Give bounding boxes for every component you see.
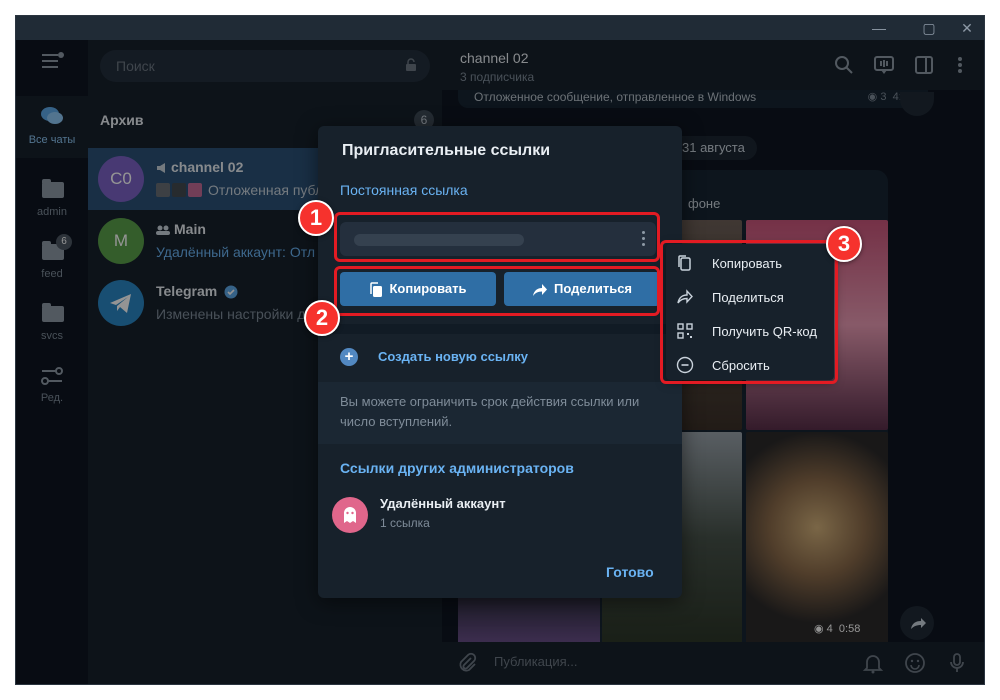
highlight-link-field bbox=[334, 212, 660, 262]
minimize-icon[interactable]: — bbox=[862, 16, 896, 40]
dialog-title: Пригласительные ссылки bbox=[342, 142, 551, 159]
callout-1: 1 bbox=[298, 200, 334, 236]
highlight-buttons bbox=[334, 266, 660, 316]
callout-2: 2 bbox=[304, 300, 340, 336]
create-link-button[interactable]: + Создать новую ссылку bbox=[340, 344, 660, 372]
other-admins-title: Ссылки других администраторов bbox=[340, 460, 574, 476]
plus-icon: + bbox=[340, 348, 358, 366]
highlight-context-menu bbox=[660, 240, 838, 384]
admin-link-count: 1 ссылка bbox=[380, 516, 430, 530]
permanent-link-label: Постоянная ссылка bbox=[340, 182, 468, 198]
hint-text: Вы можете ограничить срок действия ссылк… bbox=[340, 394, 640, 429]
maximize-icon[interactable]: ▢ bbox=[912, 16, 946, 40]
title-bar: — ▢ ✕ bbox=[16, 16, 984, 40]
ghost-avatar-icon bbox=[332, 497, 368, 533]
create-link-label: Создать новую ссылку bbox=[378, 349, 529, 364]
admin-row[interactable]: Удалённый аккаунт 1 ссылка bbox=[332, 494, 662, 534]
admin-name: Удалённый аккаунт bbox=[380, 496, 506, 511]
done-button[interactable]: Готово bbox=[606, 564, 654, 580]
hint-box: Вы можете ограничить срок действия ссылк… bbox=[318, 382, 682, 444]
close-icon[interactable]: ✕ bbox=[950, 16, 984, 40]
callout-3: 3 bbox=[826, 226, 862, 262]
invite-links-dialog: Пригласительные ссылки Постоянная ссылка… bbox=[318, 126, 682, 598]
divider bbox=[318, 324, 682, 334]
